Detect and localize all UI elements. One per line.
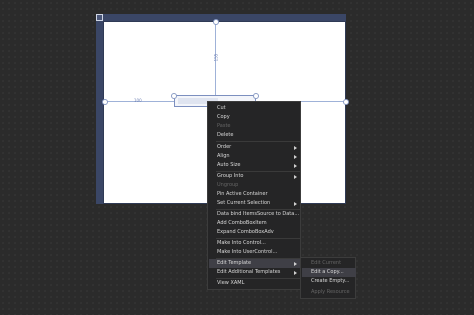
menu-item-order[interactable]: Order [209, 143, 301, 152]
submenu-item-edit-a-copy[interactable]: Edit a Copy... [302, 268, 356, 277]
submenu-arrow-icon [294, 271, 297, 275]
left-anchor-handle[interactable] [102, 99, 108, 105]
menu-item-edit-template[interactable]: Edit Template [209, 259, 301, 268]
menu-item-group-into[interactable]: Group Into [209, 172, 301, 181]
right-anchor-handle[interactable] [343, 99, 349, 105]
submenu-arrow-icon [294, 164, 297, 168]
submenu-arrow-icon [294, 146, 297, 150]
edit-template-submenu: Edit Current Edit a Copy... Create Empty… [300, 257, 356, 299]
submenu-item-label: Create Empty... [311, 278, 350, 284]
context-menu: Cut Copy Paste Delete Order Align Auto S… [207, 101, 301, 290]
menu-item-label: Cut [217, 105, 226, 111]
menu-item-expand-comboboxadv[interactable]: Expand ComboBoxAdv [209, 228, 301, 237]
submenu-item-label: Apply Resource [311, 289, 350, 295]
artboard-corner-handle[interactable] [96, 14, 103, 21]
selection-handle-top-right[interactable] [253, 93, 259, 99]
menu-item-add-comboboxitem[interactable]: Add ComboBoxItem [209, 219, 301, 228]
menu-item-data-bind-itemssource[interactable]: Data bind ItemsSource to Data... [209, 210, 301, 219]
menu-item-label: Delete [217, 132, 234, 138]
submenu-item-edit-current[interactable]: Edit Current [302, 259, 356, 268]
menu-item-cut[interactable]: Cut [209, 104, 301, 113]
menu-item-label: Make Into Control... [217, 240, 266, 246]
submenu-arrow-icon [294, 202, 297, 206]
submenu-arrow-icon [294, 175, 297, 179]
menu-item-delete[interactable]: Delete [209, 131, 301, 140]
menu-item-align[interactable]: Align [209, 152, 301, 161]
menu-item-edit-additional-templates[interactable]: Edit Additional Templates [209, 268, 301, 277]
menu-item-paste[interactable]: Paste [209, 122, 301, 131]
menu-item-label: Ungroup [217, 182, 239, 188]
menu-item-view-xaml[interactable]: View XAML [209, 279, 301, 288]
menu-item-label: Align [217, 153, 230, 159]
menu-separator [216, 141, 300, 142]
menu-item-ungroup[interactable]: Ungroup [209, 181, 301, 190]
menu-item-label: Add ComboBoxItem [217, 220, 267, 226]
menu-item-label: View XAML [217, 280, 245, 286]
menu-item-pin-active-container[interactable]: Pin Active Container [209, 190, 301, 199]
submenu-item-label: Edit Current [311, 260, 342, 266]
left-margin-value: 100 [134, 98, 142, 103]
submenu-arrow-icon [294, 262, 297, 266]
menu-item-label: Order [217, 144, 232, 150]
menu-item-label: Group Into [217, 173, 244, 179]
menu-item-label: Pin Active Container [217, 191, 268, 197]
submenu-item-apply-resource[interactable]: Apply Resource [302, 288, 356, 297]
menu-item-label: Paste [217, 123, 231, 129]
submenu-item-label: Edit a Copy... [311, 269, 344, 275]
menu-item-set-current-selection[interactable]: Set Current Selection [209, 199, 301, 208]
menu-item-label: Set Current Selection [217, 200, 271, 206]
menu-item-label: Data bind ItemsSource to Data... [217, 211, 300, 217]
menu-item-copy[interactable]: Copy [209, 113, 301, 122]
menu-item-label: Edit Additional Templates [217, 269, 281, 275]
menu-item-make-into-usercontrol[interactable]: Make Into UserControl... [209, 248, 301, 257]
menu-item-label: Copy [217, 114, 230, 120]
artboard-top-ruler [103, 14, 346, 21]
menu-item-auto-size[interactable]: Auto Size [209, 161, 301, 170]
menu-item-make-into-control[interactable]: Make Into Control... [209, 239, 301, 248]
submenu-item-create-empty[interactable]: Create Empty... [302, 277, 356, 286]
menu-item-label: Expand ComboBoxAdv [217, 229, 274, 235]
menu-item-label: Auto Size [217, 162, 241, 168]
menu-item-label: Edit Template [217, 260, 252, 266]
submenu-arrow-icon [294, 155, 297, 159]
artboard-left-ruler [96, 14, 103, 204]
top-anchor-handle[interactable] [213, 19, 219, 25]
selection-handle-top-left[interactable] [171, 93, 177, 99]
menu-item-label: Make Into UserControl... [217, 249, 278, 255]
top-margin-value: 155 [213, 53, 219, 62]
